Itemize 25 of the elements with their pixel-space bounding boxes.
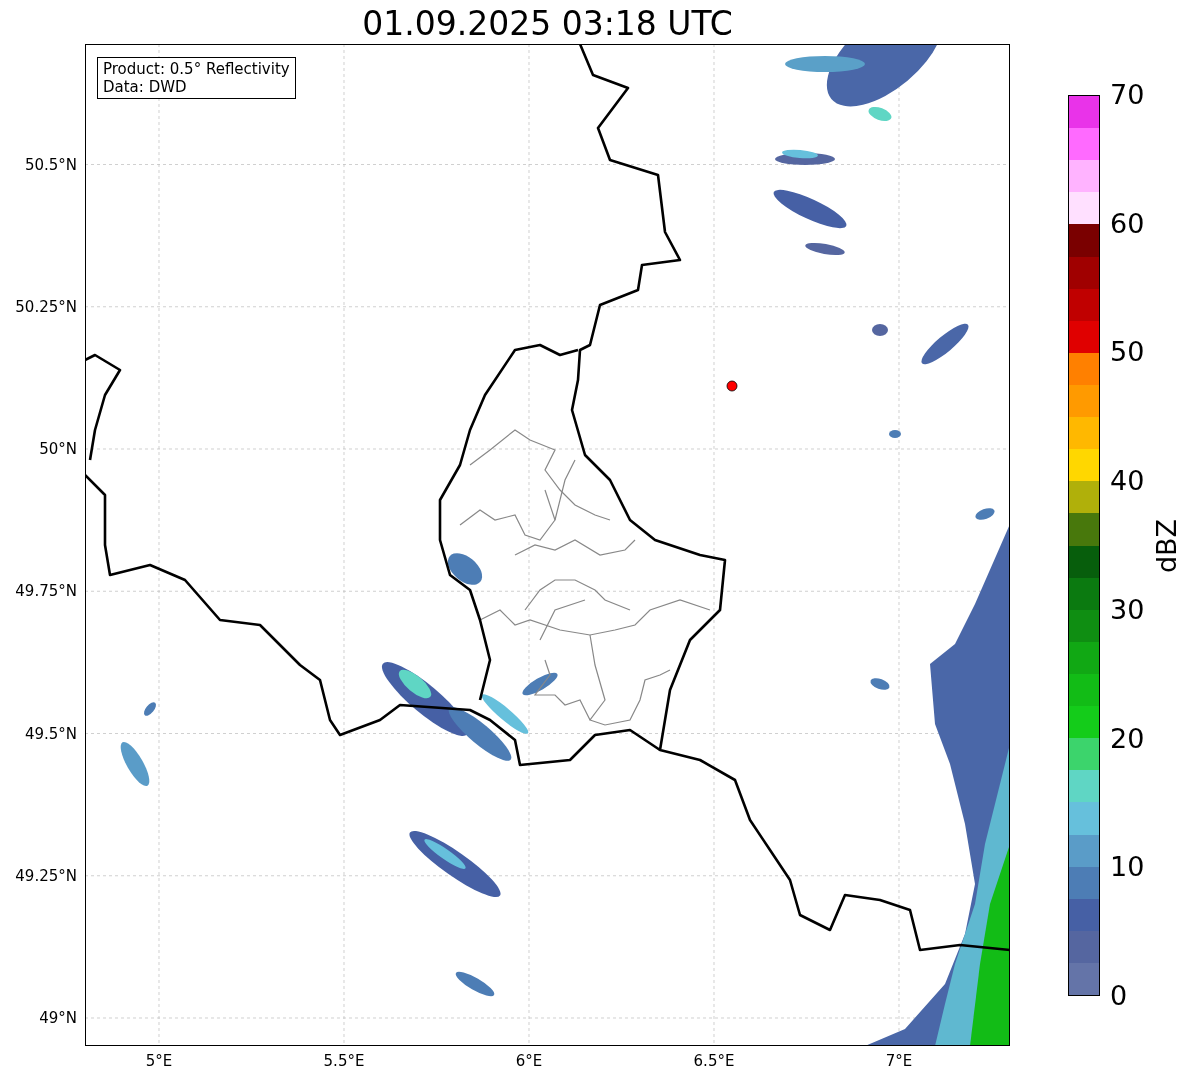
axis-tick-label: 49.25°N [15, 866, 77, 885]
axis-tick-label: 49.5°N [24, 724, 77, 743]
axis-tick-label: 6.5°E [693, 1052, 735, 1070]
info-text: Data: DWD [103, 78, 188, 96]
axis-tick-label: 50°N [39, 440, 77, 458]
axis-tick-label: 49.75°N [15, 582, 77, 601]
axis-tick-label: 50.5°N [24, 155, 77, 174]
axis-tick-label: 6°E [515, 1052, 543, 1070]
chart-title: 01.09.2025 03:18 UTC [361, 3, 734, 44]
axis-tick-label: 7°E [885, 1052, 913, 1070]
colorbar-tick-label: 50 [1110, 337, 1145, 368]
colorbar-tick-label: 30 [1110, 594, 1145, 625]
colorbar-tick-label: 20 [1110, 723, 1145, 754]
axis-tick-label: 5.5°E [323, 1052, 365, 1070]
colorbar-tick-label: 70 [1110, 80, 1145, 110]
colorbar-label: dBZ [1150, 518, 1182, 573]
axis-tick-label: 5°E [145, 1052, 173, 1070]
axis-tick-label: 50.25°N [15, 297, 77, 316]
colorbar-tick-label: 0 [1110, 981, 1128, 1011]
info-text: Product: 0.5° Reflectivity [103, 60, 290, 78]
radar-site-marker [726, 380, 738, 392]
colorbar-tick-label: 60 [1110, 208, 1145, 239]
axis-tick-label: 49°N [39, 1009, 77, 1027]
colorbar-tick-label: 40 [1110, 466, 1145, 497]
colorbar-tick-label: 10 [1110, 852, 1145, 883]
